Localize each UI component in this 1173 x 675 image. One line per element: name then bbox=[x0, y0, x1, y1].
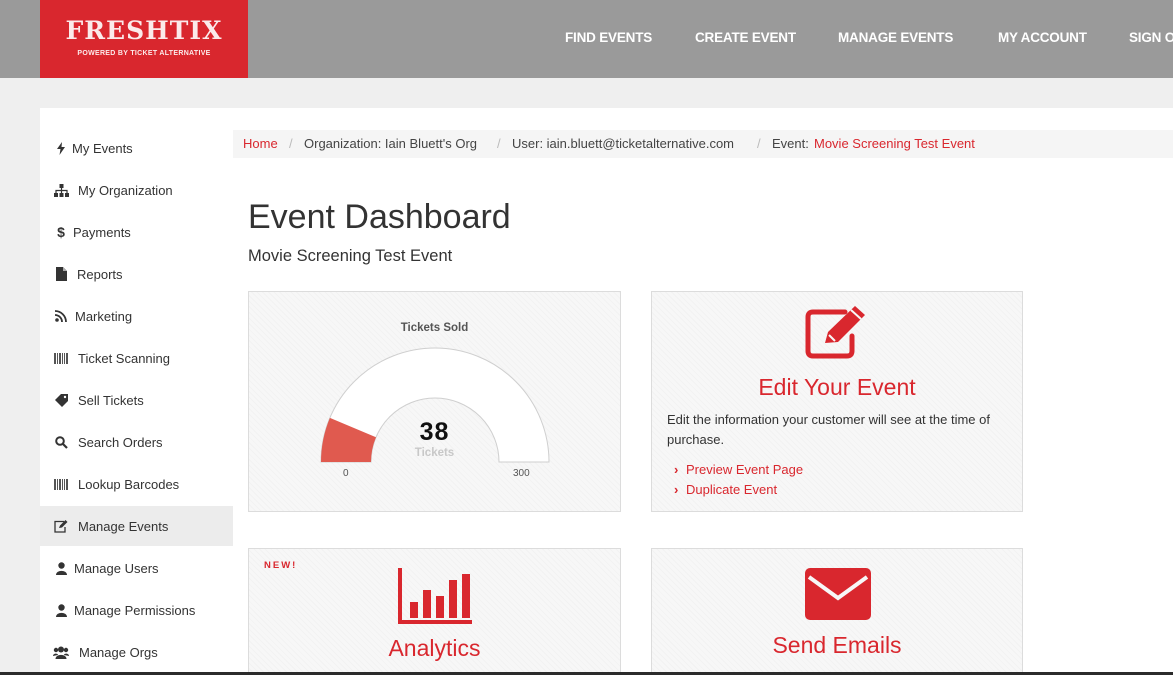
gauge-max-label: 300 bbox=[513, 468, 530, 479]
analytics-card[interactable]: NEW! Analytics bbox=[248, 548, 621, 675]
sitemap-icon bbox=[53, 182, 69, 198]
sidebar-item-manage-events[interactable]: Manage Events bbox=[40, 506, 233, 546]
bolt-icon bbox=[53, 140, 69, 156]
breadcrumb-event-prefix: Event: bbox=[772, 136, 809, 151]
tickets-gauge bbox=[320, 347, 550, 463]
new-badge: NEW! bbox=[264, 560, 298, 571]
sidebar-item-manage-users[interactable]: Manage Users bbox=[40, 548, 233, 588]
barcode-icon bbox=[53, 476, 69, 492]
sidebar-item-label: Ticket Scanning bbox=[78, 351, 171, 366]
sidebar-item-manage-permissions[interactable]: Manage Permissions bbox=[40, 590, 233, 630]
sidebar-item-marketing[interactable]: Marketing bbox=[40, 296, 233, 336]
envelope-icon bbox=[805, 568, 871, 620]
sidebar-item-label: My Events bbox=[72, 141, 133, 156]
page-subtitle: Movie Screening Test Event bbox=[248, 247, 453, 265]
sidebar-item-label: Lookup Barcodes bbox=[78, 477, 180, 492]
edit-event-title[interactable]: Edit Your Event bbox=[652, 374, 1022, 401]
rss-icon bbox=[53, 308, 69, 324]
sidebar-item-my-organization[interactable]: My Organization bbox=[40, 170, 233, 210]
sidebar-item-label: Manage Orgs bbox=[79, 645, 158, 660]
freshtix-logo[interactable]: FRESHTIX POWERED BY TICKET ALTERNATIVE bbox=[40, 0, 248, 78]
search-icon bbox=[53, 434, 69, 450]
sidebar-item-sell-tickets[interactable]: Sell Tickets bbox=[40, 380, 233, 420]
user-icon bbox=[53, 602, 69, 618]
dollar-icon: $ bbox=[57, 224, 65, 240]
sidebar-item-label: Marketing bbox=[75, 309, 133, 324]
breadcrumb-organization: Organization: Iain Bluett's Org bbox=[304, 136, 478, 151]
nav-manage-events[interactable]: MANAGE EVENTS bbox=[838, 30, 953, 45]
preview-event-page-link[interactable]: › Preview Event Page bbox=[674, 462, 803, 477]
bar-chart-icon bbox=[398, 568, 472, 624]
send-emails-title[interactable]: Send Emails bbox=[652, 632, 1022, 659]
sidebar-item-label: Sell Tickets bbox=[78, 393, 144, 408]
duplicate-event-link[interactable]: › Duplicate Event bbox=[674, 482, 777, 497]
sidebar-item-manage-orgs[interactable]: Manage Orgs bbox=[40, 632, 233, 672]
nav-my-account[interactable]: MY ACCOUNT bbox=[998, 30, 1087, 45]
tickets-sold-card: Tickets Sold 38 Tickets 0 300 bbox=[248, 291, 621, 512]
breadcrumb-home[interactable]: Home bbox=[243, 136, 278, 151]
users-icon bbox=[53, 644, 69, 660]
sidebar-item-label: Manage Events bbox=[78, 519, 169, 534]
sidebar-item-reports[interactable]: Reports bbox=[40, 254, 233, 294]
nav-create-event[interactable]: CREATE EVENT bbox=[695, 30, 796, 45]
sidebar-item-search-orders[interactable]: Search Orders bbox=[40, 422, 233, 462]
sidebar-item-label: Reports bbox=[77, 267, 123, 282]
edit-event-card: Edit Your Event Edit the information you… bbox=[651, 291, 1023, 512]
breadcrumb-separator: / bbox=[497, 136, 501, 151]
sidebar-item-label: Manage Users bbox=[74, 561, 159, 576]
chevron-right-icon: › bbox=[674, 462, 679, 477]
chevron-right-icon: › bbox=[674, 482, 679, 497]
sidebar-item-payments[interactable]: $ Payments bbox=[40, 212, 233, 252]
ticket-icon bbox=[53, 392, 69, 408]
sidebar-item-label: Manage Permissions bbox=[74, 603, 196, 618]
sidebar-item-label: My Organization bbox=[78, 183, 173, 198]
gauge-value: 38 bbox=[419, 418, 450, 446]
edit-event-description: Edit the information your customer will … bbox=[667, 412, 990, 447]
link-label: Duplicate Event bbox=[686, 482, 778, 497]
breadcrumb-separator: / bbox=[289, 136, 293, 151]
breadcrumb-event-name[interactable]: Movie Screening Test Event bbox=[814, 136, 975, 151]
send-emails-card[interactable]: Send Emails bbox=[651, 548, 1023, 675]
file-icon bbox=[53, 266, 69, 282]
link-label: Preview Event Page bbox=[686, 462, 804, 477]
sidebar-item-my-events[interactable]: My Events bbox=[40, 128, 233, 168]
sidebar-item-ticket-scanning[interactable]: Ticket Scanning bbox=[40, 338, 233, 378]
top-navbar: FRESHTIX POWERED BY TICKET ALTERNATIVE F… bbox=[0, 0, 1173, 78]
edit-icon[interactable] bbox=[805, 306, 871, 360]
logo-tagline: POWERED BY TICKET ALTERNATIVE bbox=[77, 50, 211, 57]
sidebar-item-label: Payments bbox=[73, 225, 131, 240]
edit-icon bbox=[53, 518, 69, 534]
nav-find-events[interactable]: FIND EVENTS bbox=[565, 30, 652, 45]
page-title: Event Dashboard bbox=[248, 198, 511, 236]
breadcrumb: Home / Organization: Iain Bluett's Org /… bbox=[233, 130, 1173, 158]
sidebar-item-lookup-barcodes[interactable]: Lookup Barcodes bbox=[40, 464, 233, 504]
gauge-min-label: 0 bbox=[343, 468, 349, 479]
breadcrumb-user: User: iain.bluett@ticketalternative.com bbox=[512, 136, 735, 151]
barcode-icon bbox=[53, 350, 69, 366]
analytics-title[interactable]: Analytics bbox=[249, 635, 620, 662]
gauge-unit: Tickets bbox=[414, 447, 455, 459]
breadcrumb-separator: / bbox=[757, 136, 761, 151]
user-icon bbox=[53, 560, 69, 576]
logo-title: FRESHTIX bbox=[65, 16, 223, 45]
nav-sign-out[interactable]: SIGN OUT bbox=[1129, 30, 1173, 45]
sidebar-item-label: Search Orders bbox=[78, 435, 163, 450]
